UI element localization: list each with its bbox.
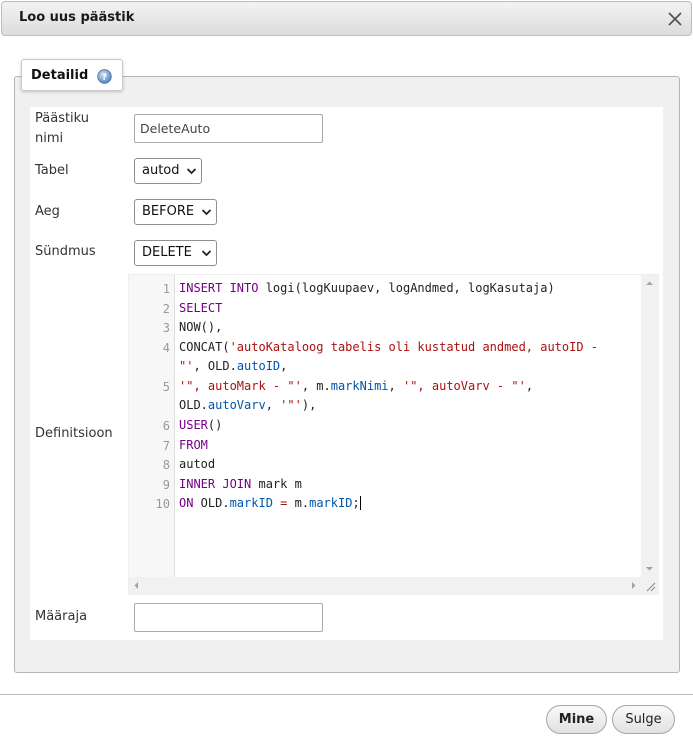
code-line: INNER JOIN mark m	[179, 477, 302, 491]
code-line: USER()	[179, 418, 223, 432]
code-token: '", autoVarv - "'	[402, 379, 526, 393]
line-number: 9	[162, 478, 170, 492]
definition-editor[interactable]: 1 2 3 4 5 6 7 8 9 10 INSERT INTO logi(lo…	[128, 274, 659, 595]
code-line: NOW(),	[179, 320, 223, 334]
line-number: 6	[162, 419, 170, 433]
dialog-titlebar: Loo uus päästik	[1, 1, 692, 36]
code-token: 'autoKataloog tabelis oli kustatud andme…	[229, 340, 599, 354]
code-line: '", autoMark - "', m.markNimi, '", autoV…	[179, 379, 534, 393]
time-select[interactable]: BEFORE	[134, 199, 217, 225]
line-number: 4	[162, 341, 170, 355]
horizontal-scrollbar[interactable]	[129, 577, 643, 594]
code-line: INSERT INTO logi(logKuupaev, logAndmed, …	[179, 281, 555, 295]
code-token: INNER JOIN	[179, 477, 252, 491]
resize-grip-icon	[646, 582, 656, 592]
time-select-value: BEFORE	[142, 204, 195, 219]
form-area: Päästiku nimi Tabel autod Aeg BEFORE Sün…	[30, 107, 663, 640]
code-token: SELECT	[179, 301, 223, 315]
close-dialog-button[interactable]: Sulge	[612, 705, 675, 734]
scroll-up-icon[interactable]	[645, 279, 654, 288]
line-number: 3	[162, 321, 170, 335]
code-token: INSERT INTO	[179, 281, 259, 295]
code-token: ON	[179, 496, 194, 510]
scroll-down-icon[interactable]	[645, 564, 654, 573]
footer-divider	[0, 694, 693, 695]
code-line: SELECT	[179, 301, 222, 315]
code-token: FROM	[179, 438, 208, 452]
code-token: markNimi	[330, 379, 389, 393]
scroll-right-icon[interactable]	[629, 581, 638, 590]
code-token: autoVarv	[207, 398, 266, 412]
table-select[interactable]: autod	[134, 158, 202, 184]
event-select-value: DELETE	[142, 245, 192, 260]
code-line: "', OLD.autoID,	[179, 359, 288, 373]
trigger-name-input[interactable]	[134, 114, 323, 143]
event-label: Sündmus	[35, 244, 96, 259]
code-token: '", autoMark - "'	[179, 379, 302, 393]
svg-text:?: ?	[102, 73, 107, 83]
code-token: "'	[179, 359, 194, 373]
code-line: ON OLD.markID = m.markID;	[179, 496, 361, 510]
text-cursor	[359, 496, 361, 510]
line-number: 8	[162, 458, 170, 472]
go-button[interactable]: Mine	[546, 705, 607, 734]
close-icon	[668, 12, 682, 26]
line-number: 10	[155, 497, 170, 511]
help-icon[interactable]: ?	[97, 69, 112, 84]
code-token: autoID	[236, 359, 281, 373]
table-select-value: autod	[142, 163, 180, 178]
legend-label: Detailid	[31, 68, 89, 83]
code-token: =	[280, 496, 288, 510]
code-line: autod	[179, 457, 216, 471]
close-button[interactable]	[665, 9, 685, 29]
table-label: Tabel	[35, 163, 69, 178]
line-number-gutter: 1 2 3 4 5 6 7 8 9 10	[129, 275, 175, 578]
event-select[interactable]: DELETE	[134, 240, 217, 266]
code-area[interactable]: INSERT INTO logi(logKuupaev, logAndmed, …	[175, 275, 643, 578]
code-token: markID	[309, 496, 353, 510]
chevron-down-icon	[186, 168, 197, 175]
code-line: CONCAT('autoKataloog tabelis oli kustatu…	[179, 340, 599, 354]
name-label: Päästiku nimi	[35, 111, 90, 146]
code-token: '"'	[280, 398, 302, 412]
definer-input[interactable]	[134, 603, 323, 632]
time-label: Aeg	[35, 204, 60, 219]
resize-handle[interactable]	[641, 577, 658, 594]
definition-label: Definitsioon	[35, 426, 113, 441]
line-number: 5	[162, 380, 170, 394]
scroll-left-icon[interactable]	[132, 581, 141, 590]
dialog-title: Loo uus päästik	[19, 10, 135, 25]
line-number: 7	[162, 439, 170, 453]
chevron-down-icon	[201, 250, 212, 257]
code-line: FROM	[179, 438, 208, 452]
code-token: USER	[179, 418, 208, 432]
vertical-scrollbar[interactable]	[641, 275, 658, 578]
chevron-down-icon	[201, 209, 212, 216]
line-number: 2	[162, 302, 170, 316]
details-legend: Detailid ?	[21, 59, 123, 91]
code-line: OLD.autoVarv, '"'),	[179, 398, 317, 412]
line-number: 1	[162, 282, 170, 296]
code-token: markID	[229, 496, 273, 510]
definer-label: Määraja	[35, 609, 88, 624]
